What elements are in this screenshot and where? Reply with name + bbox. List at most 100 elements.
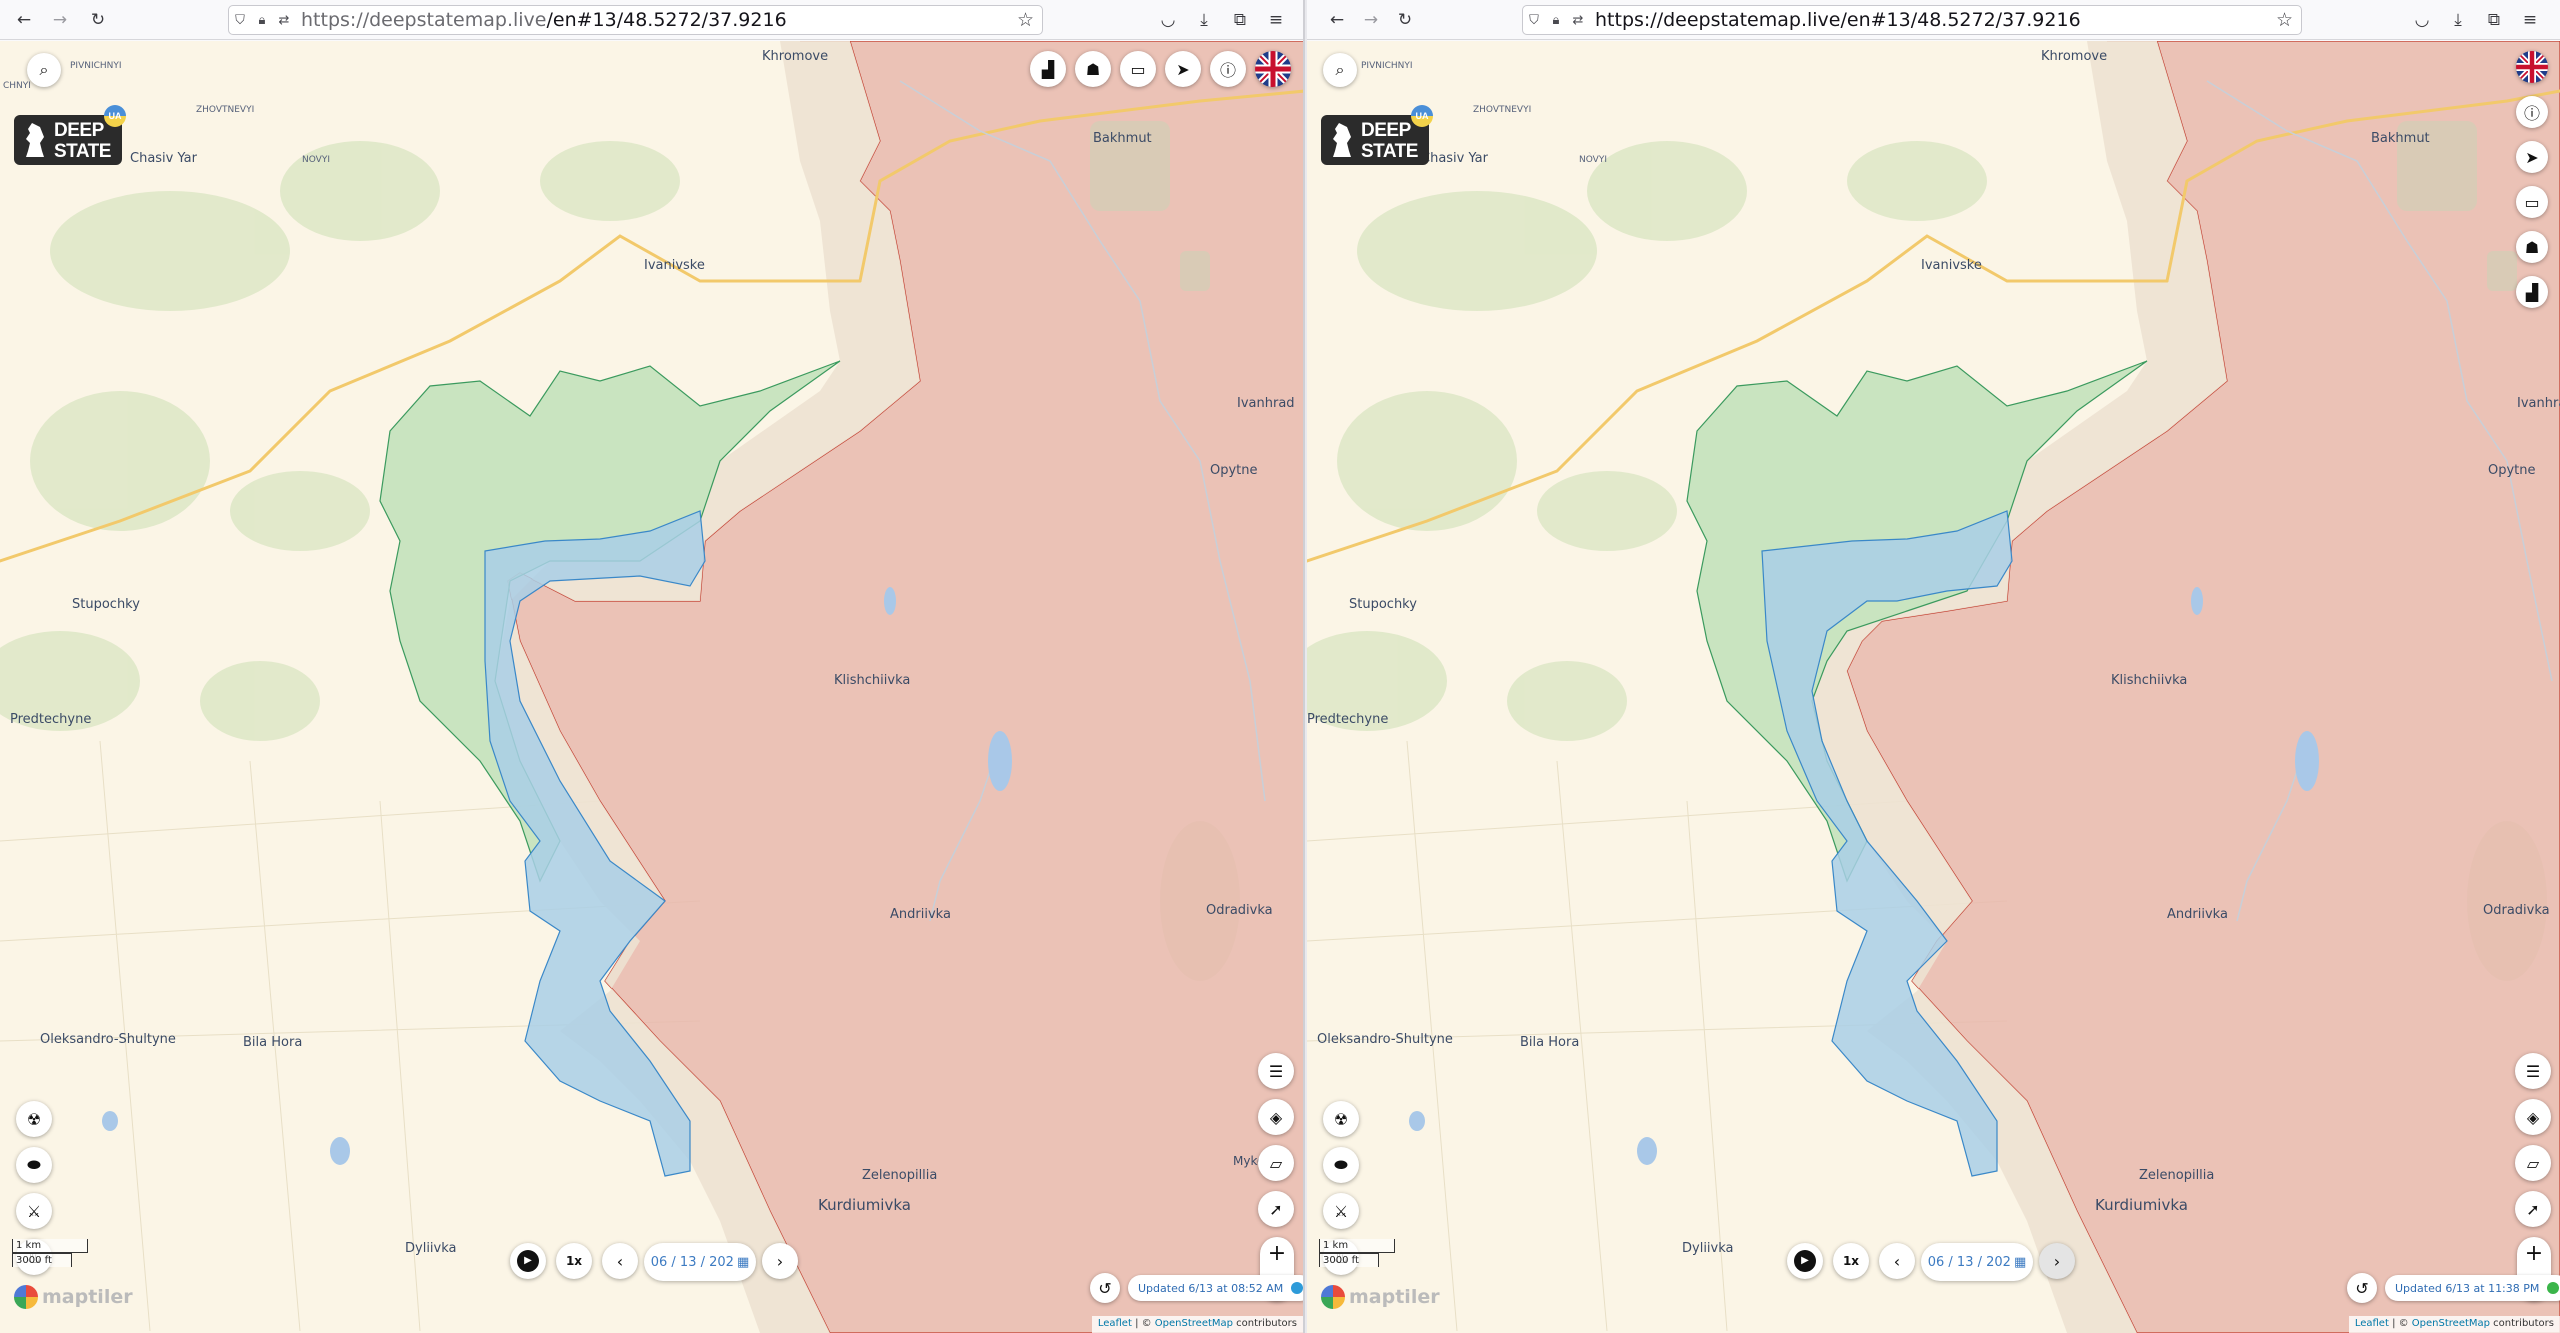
chevron-left-icon: ‹ <box>616 1251 624 1271</box>
history-button[interactable]: ↺ <box>2347 1273 2377 1303</box>
history-icon: ↺ <box>2355 1278 2369 1298</box>
info-button[interactable]: ⓘ <box>1210 51 1246 87</box>
search-button[interactable]: ⌕ <box>27 53 61 87</box>
back-button[interactable]: ← <box>10 6 38 34</box>
place-label: Predtechyne <box>10 712 92 727</box>
bookmark-star-icon[interactable]: ☆ <box>2276 9 2293 31</box>
updated-status[interactable]: Updated 6/13 at 11:38 PM <box>2385 1275 2560 1301</box>
maptiler-logo[interactable]: maptiler <box>1321 1285 1440 1309</box>
telegram-button[interactable]: ➤ <box>2516 141 2548 173</box>
stats-button[interactable]: ▟ <box>2516 276 2548 308</box>
bookmark-star-icon[interactable]: ☆ <box>1017 9 1034 31</box>
place-label: Andriivka <box>2167 907 2228 922</box>
search-button[interactable]: ⌕ <box>1323 53 1357 87</box>
location-arrow-icon: ➚ <box>2526 1199 2540 1219</box>
search-icon: ⌕ <box>1335 60 1345 79</box>
zoom-in-button[interactable]: + <box>2517 1237 2551 1269</box>
maptiler-logo[interactable]: maptiler <box>14 1285 133 1309</box>
forward-button[interactable]: → <box>1357 6 1385 34</box>
donate-button[interactable]: ▭ <box>1120 51 1156 87</box>
date-picker[interactable]: 06 / 13 / 202 ▦ <box>1921 1243 2033 1281</box>
downloads-icon[interactable]: ⤓ <box>1190 6 1218 34</box>
place-label: Stupochky <box>72 597 140 612</box>
donate-button[interactable]: ▭ <box>2516 186 2548 218</box>
pills-icon: ⬬ <box>1334 1155 1348 1174</box>
bot-button[interactable]: ☗ <box>2516 231 2548 263</box>
ruler-button[interactable]: ▱ <box>2515 1145 2551 1181</box>
address-bar[interactable]: ⛉ 🔒︎ ⇄ https://deepstatemap.live/en#13/4… <box>228 5 1043 35</box>
stats-button[interactable]: ▟ <box>1030 51 1066 87</box>
knight-icon <box>26 123 44 157</box>
info-button[interactable]: ⓘ <box>2516 96 2548 128</box>
play-icon: ▶ <box>517 1250 539 1272</box>
place-label: Ivanivske <box>644 258 705 273</box>
place-label: Chasiv Yar <box>1421 151 1488 166</box>
back-button[interactable]: ← <box>1323 6 1351 34</box>
pills-icon: ⬬ <box>27 1155 41 1174</box>
date-picker[interactable]: 06 / 13 / 202 ▦ <box>644 1243 756 1281</box>
layers-button[interactable]: ◈ <box>1258 1099 1294 1135</box>
downloads-icon[interactable]: ⤓ <box>2444 6 2472 34</box>
prev-day-button[interactable]: ‹ <box>602 1243 638 1279</box>
map-canvas[interactable]: Khromove Bakhmut Chasiv Yar Ivanivske Iv… <box>1307 41 2560 1333</box>
osm-link[interactable]: OpenStreetMap <box>2412 1318 2490 1329</box>
permissions-icon[interactable]: ⇄ <box>273 13 295 28</box>
updated-status[interactable]: Updated 6/13 at 08:52 AM <box>1128 1275 1303 1301</box>
map-base-layer <box>0 41 1303 1333</box>
pocket-icon[interactable]: ◡ <box>1154 6 1182 34</box>
telegram-icon: ➤ <box>1176 59 1190 79</box>
play-button[interactable]: ▶ <box>1787 1243 1823 1279</box>
extensions-icon[interactable]: ⧉ <box>1226 6 1254 34</box>
weapon-button[interactable]: ⚔ <box>16 1193 52 1229</box>
pocket-icon[interactable]: ◡ <box>2408 6 2436 34</box>
attribution: Leaflet | © OpenStreetMap contributors <box>1091 1316 1303 1333</box>
sliders-icon: ☰ <box>2525 1061 2541 1081</box>
language-button[interactable] <box>1255 51 1291 87</box>
bot-button[interactable]: ☗ <box>1075 51 1111 87</box>
place-label: Bakhmut <box>1093 131 1152 146</box>
filters-button[interactable]: ☰ <box>2515 1053 2551 1089</box>
speed-button[interactable]: 1x <box>1833 1243 1869 1279</box>
extensions-icon[interactable]: ⧉ <box>2480 6 2508 34</box>
speed-button[interactable]: 1x <box>556 1243 592 1279</box>
map-canvas[interactable]: Khromove Bakhmut Chasiv Yar Ivanivske Iv… <box>0 41 1303 1333</box>
place-label: Opytne <box>2488 463 2536 478</box>
next-day-button[interactable]: › <box>2039 1243 2075 1279</box>
address-bar[interactable]: ⛉ 🔒︎ ⇄ https://deepstatemap.live/en#13/4… <box>1522 5 2302 35</box>
next-day-button[interactable]: › <box>762 1243 798 1279</box>
play-button[interactable]: ▶ <box>510 1243 546 1279</box>
pills-button[interactable]: ⬬ <box>1323 1147 1359 1183</box>
history-icon: ↺ <box>1098 1278 1112 1298</box>
reload-button[interactable]: ↻ <box>84 6 112 34</box>
sliders-icon: ☰ <box>1268 1061 1284 1081</box>
language-button[interactable] <box>2516 51 2548 83</box>
leaflet-link[interactable]: Leaflet <box>2355 1318 2389 1329</box>
menu-icon[interactable]: ≡ <box>2516 6 2544 34</box>
reload-button[interactable]: ↻ <box>1391 6 1419 34</box>
maptiler-icon <box>1321 1285 1345 1309</box>
locate-button[interactable]: ➚ <box>1258 1191 1294 1227</box>
osm-link[interactable]: OpenStreetMap <box>1155 1318 1233 1329</box>
place-label: Chasiv Yar <box>130 151 197 166</box>
forward-button[interactable]: → <box>46 6 74 34</box>
leaflet-link[interactable]: Leaflet <box>1098 1318 1132 1329</box>
prev-day-button[interactable]: ‹ <box>1879 1243 1915 1279</box>
ruler-button[interactable]: ▱ <box>1258 1145 1294 1181</box>
radiation-button[interactable]: ☢ <box>1323 1101 1359 1137</box>
radiation-button[interactable]: ☢ <box>16 1101 52 1137</box>
menu-icon[interactable]: ≡ <box>1262 6 1290 34</box>
history-button[interactable]: ↺ <box>1090 1273 1120 1303</box>
place-label: Bakhmut <box>2371 131 2430 146</box>
weapon-button[interactable]: ⚔ <box>1323 1193 1359 1229</box>
zoom-in-button[interactable]: + <box>1260 1237 1294 1269</box>
filters-button[interactable]: ☰ <box>1258 1053 1294 1089</box>
locate-button[interactable]: ➚ <box>2515 1191 2551 1227</box>
permissions-icon[interactable]: ⇄ <box>1567 13 1589 28</box>
pills-button[interactable]: ⬬ <box>16 1147 52 1183</box>
telegram-button[interactable]: ➤ <box>1165 51 1201 87</box>
layers-button[interactable]: ◈ <box>2515 1099 2551 1135</box>
place-label: NOVYI <box>1579 155 1607 165</box>
shield-icon: ⛉ <box>1529 12 1539 28</box>
bar-chart-icon: ▟ <box>1041 59 1055 79</box>
knight-icon <box>1333 123 1351 157</box>
